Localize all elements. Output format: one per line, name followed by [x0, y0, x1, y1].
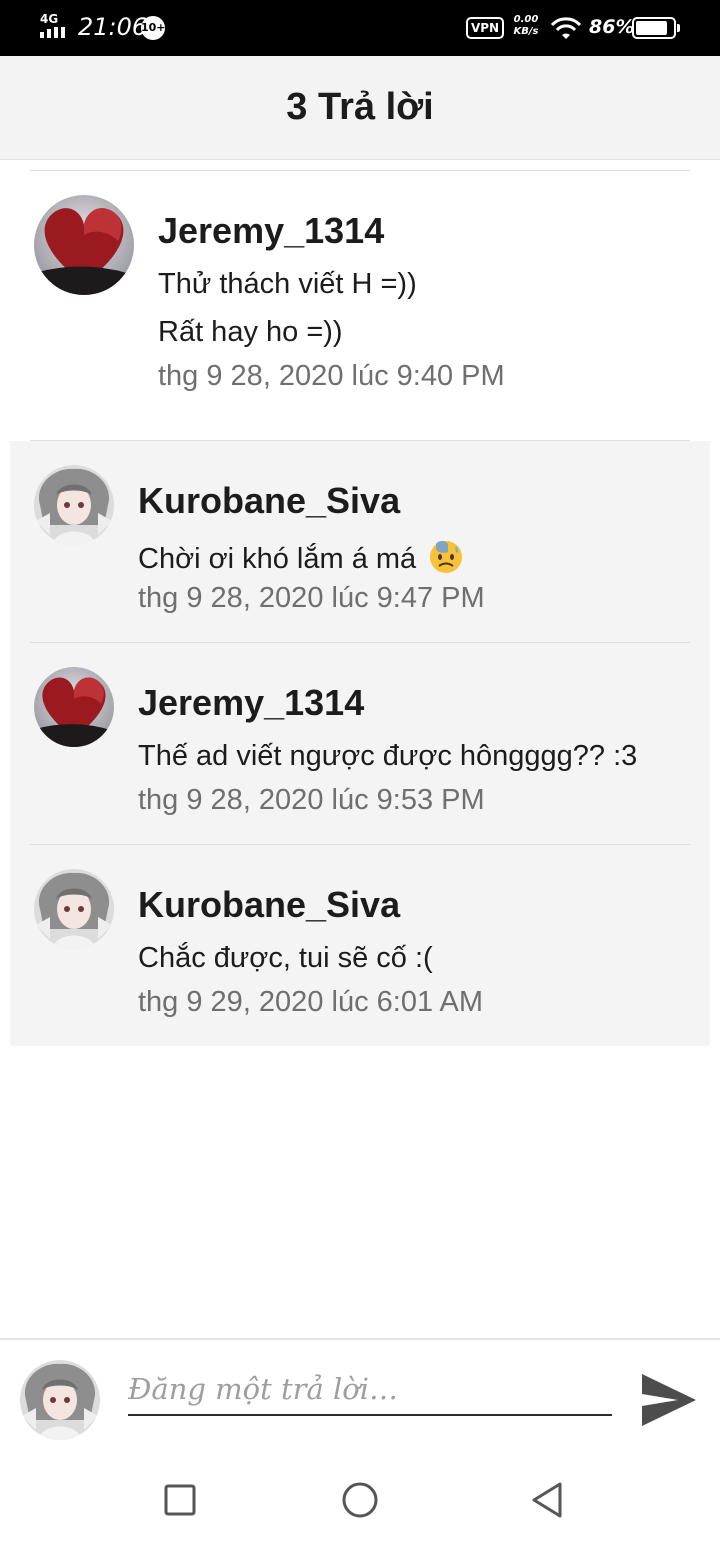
comment-timestamp: thg 9 28, 2020 lúc 9:40 PM	[158, 360, 505, 392]
clock: 21:06	[78, 13, 148, 41]
reply-text: Thế ad viết ngược được hôngggg?? :3	[138, 740, 638, 772]
network-speed: 0.00 KB/s	[511, 14, 541, 38]
reply-timestamp: thg 9 29, 2020 lúc 6:01 AM	[138, 986, 484, 1018]
reply-author[interactable]: Jeremy_1314	[138, 682, 364, 724]
battery-percent: 86%	[589, 16, 635, 38]
heart-book-avatar-image	[34, 195, 134, 295]
status-bar: 4G 21:06 10+ VPN 0.00 KB/s 86%	[0, 0, 720, 56]
reply-author[interactable]: Kurobane_Siva	[138, 480, 400, 522]
avatar[interactable]	[34, 195, 134, 295]
divider	[30, 642, 690, 643]
heart-book-avatar-image	[34, 667, 114, 747]
app-header: 3 Trả lời	[0, 56, 720, 160]
network-type: 4G	[40, 12, 59, 26]
divider	[30, 440, 690, 441]
avatar[interactable]	[34, 667, 114, 747]
notification-badge: 10+	[141, 16, 166, 40]
reply-text-content: Chời ơi khó lắm á má	[138, 543, 417, 575]
reply-input[interactable]	[128, 1370, 612, 1416]
battery-icon	[632, 17, 680, 39]
page-title: 3 Trả lời	[286, 86, 434, 128]
recents-square-icon[interactable]	[158, 1478, 202, 1522]
wifi-icon	[550, 17, 582, 39]
speed-unit: KB/s	[513, 26, 539, 37]
cellular-signal-icon: 4G	[38, 12, 72, 40]
reply-timestamp: thg 9 28, 2020 lúc 9:53 PM	[138, 784, 485, 816]
comment-text-line: Rất hay ho =))	[158, 316, 343, 348]
reply-text: Chời ơi khó lắm á má	[138, 538, 464, 576]
divider	[30, 844, 690, 845]
reply-author[interactable]: Kurobane_Siva	[138, 884, 400, 926]
comment-text-line: Thử thách viết H =))	[158, 268, 417, 300]
system-nav-bar	[0, 1456, 720, 1544]
back-triangle-icon[interactable]	[526, 1478, 570, 1522]
anime-girl-avatar-image	[34, 465, 114, 545]
anime-girl-avatar-image	[34, 869, 114, 949]
vpn-icon: VPN	[466, 17, 504, 39]
current-user-avatar	[20, 1360, 100, 1440]
divider	[30, 170, 690, 171]
anxious-face-emoji	[430, 541, 463, 573]
anime-girl-avatar-image	[20, 1360, 100, 1440]
home-circle-icon[interactable]	[338, 1478, 382, 1522]
send-icon[interactable]	[640, 1372, 698, 1428]
avatar[interactable]	[34, 869, 114, 949]
reply-text: Chắc được, tui sẽ cố :(	[138, 942, 433, 974]
avatar[interactable]	[34, 465, 114, 545]
speed-value: 0.00	[513, 14, 539, 25]
comment-author[interactable]: Jeremy_1314	[158, 210, 384, 252]
reply-timestamp: thg 9 28, 2020 lúc 9:47 PM	[138, 582, 485, 614]
reply-composer	[0, 1338, 720, 1456]
